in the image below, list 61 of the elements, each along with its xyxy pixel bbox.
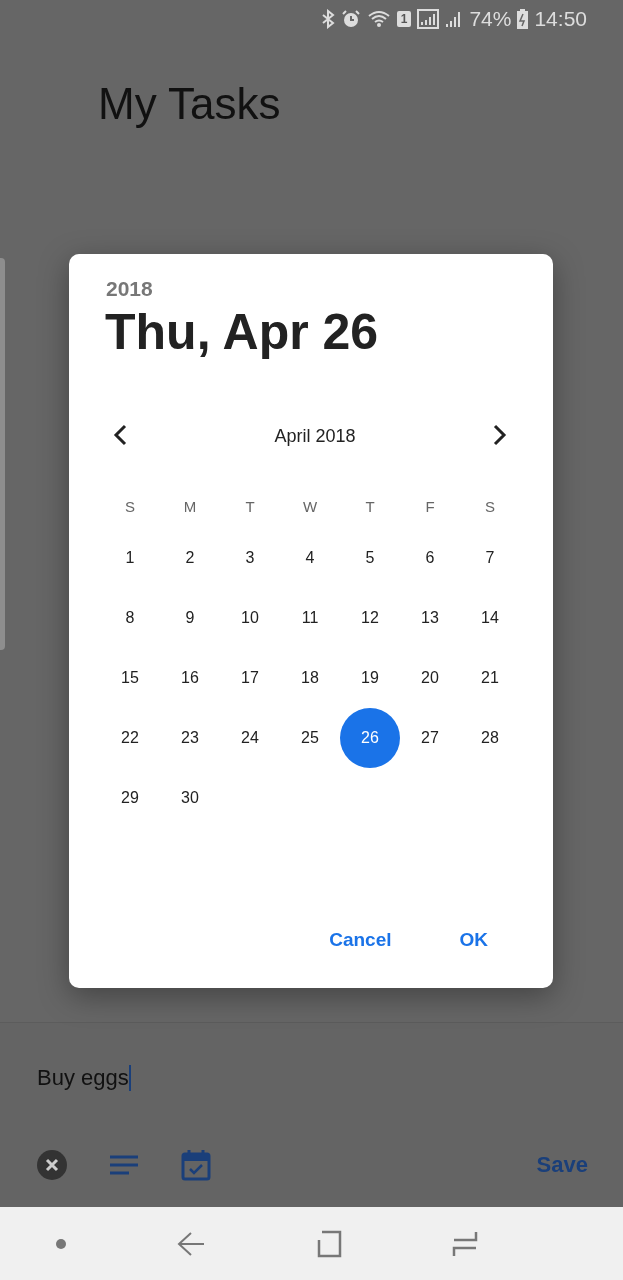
day-button[interactable]: 30: [160, 768, 220, 828]
day-button[interactable]: 14: [460, 588, 520, 648]
day-button[interactable]: 10: [220, 588, 280, 648]
day-button[interactable]: 16: [160, 648, 220, 708]
day-button[interactable]: 7: [460, 528, 520, 588]
day-button[interactable]: 13: [400, 588, 460, 648]
day-button[interactable]: 21: [460, 648, 520, 708]
app-title: My Tasks: [98, 82, 282, 126]
chevron-left-icon: [113, 424, 127, 446]
day-button[interactable]: 4: [280, 528, 340, 588]
bluetooth-icon: [320, 9, 335, 29]
day-button[interactable]: 12: [340, 588, 400, 648]
day-button[interactable]: 1: [100, 528, 160, 588]
dot-icon[interactable]: [55, 1237, 68, 1250]
weekday-label: S: [124, 496, 136, 517]
day-button[interactable]: 18: [280, 648, 340, 708]
day-button[interactable]: 28: [460, 708, 520, 768]
alarm-icon: [340, 9, 361, 29]
year-label[interactable]: 2018: [106, 278, 553, 299]
day-button[interactable]: 17: [220, 648, 280, 708]
home-icon[interactable]: [315, 1229, 342, 1258]
cancel-button[interactable]: Cancel: [317, 919, 404, 960]
day-button[interactable]: 15: [100, 648, 160, 708]
weekday-label: T: [364, 496, 376, 517]
back-icon[interactable]: [177, 1230, 206, 1257]
weekday-label: W: [301, 496, 319, 517]
day-button[interactable]: 19: [340, 648, 400, 708]
battery-icon: [517, 9, 529, 29]
day-button[interactable]: 26: [340, 708, 400, 768]
signal-icon: [417, 9, 440, 29]
day-button[interactable]: 23: [160, 708, 220, 768]
status-time: 14:50: [534, 6, 587, 33]
recents-icon[interactable]: [451, 1229, 478, 1258]
calendar-icon: [181, 1148, 211, 1181]
sim-badge: 1: [396, 11, 412, 27]
day-button[interactable]: 3: [220, 528, 280, 588]
weekday-label: F: [424, 496, 436, 517]
battery-percent: 74%: [469, 6, 512, 33]
weekday-label: S: [484, 496, 496, 517]
day-button[interactable]: 25: [280, 708, 340, 768]
ok-button[interactable]: OK: [447, 919, 500, 960]
day-button[interactable]: 22: [100, 708, 160, 768]
month-label: April 2018: [274, 424, 356, 448]
day-button[interactable]: 2: [160, 528, 220, 588]
day-button[interactable]: 29: [100, 768, 160, 828]
day-button[interactable]: 9: [160, 588, 220, 648]
selected-date: Thu, Apr 26: [105, 305, 380, 360]
clear-button[interactable]: [37, 1149, 67, 1180]
close-icon: [37, 1149, 67, 1180]
weekday-label: T: [244, 496, 256, 517]
wifi-icon: [366, 9, 391, 29]
day-button[interactable]: 20: [400, 648, 460, 708]
day-button[interactable]: 5: [340, 528, 400, 588]
day-button[interactable]: 11: [280, 588, 340, 648]
lines-icon: [109, 1153, 139, 1176]
day-button[interactable]: 27: [400, 708, 460, 768]
day-button[interactable]: 24: [220, 708, 280, 768]
chevron-right-icon: [493, 424, 507, 446]
weekday-label: M: [182, 496, 198, 517]
day-button[interactable]: 8: [100, 588, 160, 648]
day-button[interactable]: 6: [400, 528, 460, 588]
